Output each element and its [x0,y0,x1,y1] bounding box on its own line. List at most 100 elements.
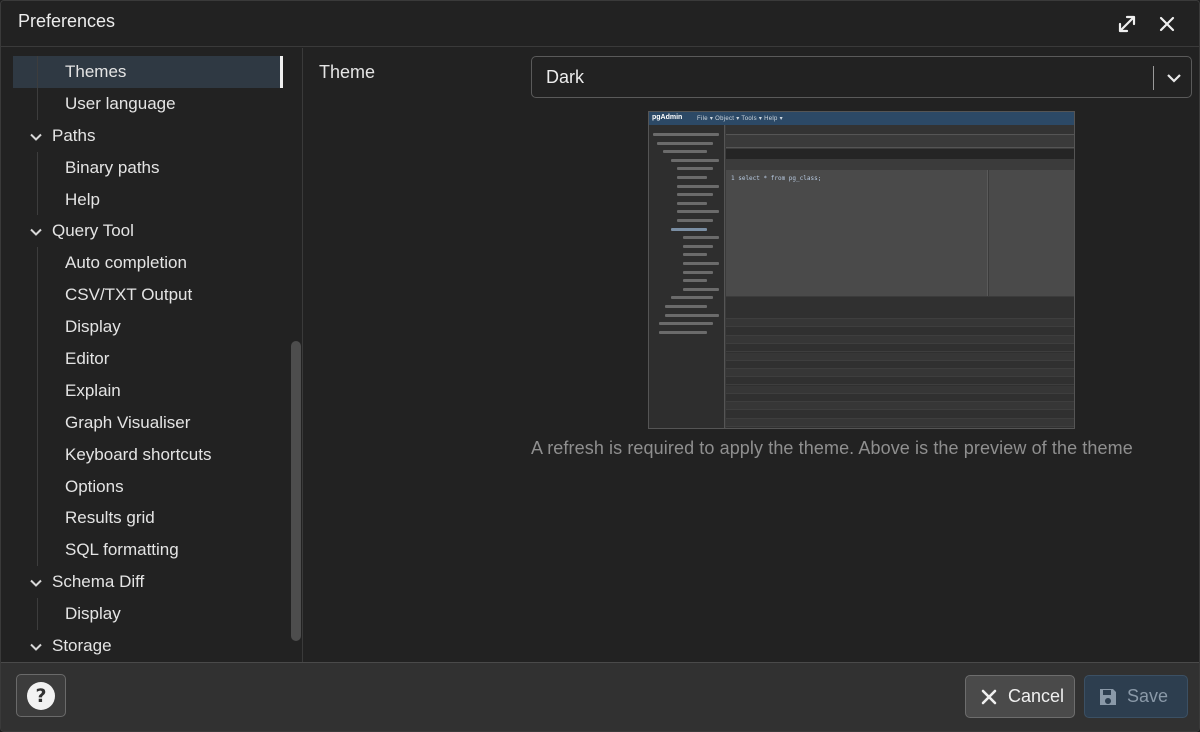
title-bar: Preferences [1,1,1199,47]
chevron-down-icon[interactable] [1165,69,1183,87]
sidebar-item-editor[interactable]: Editor [13,343,283,375]
sidebar-item-label: Options [65,476,124,496]
sidebar-item-label: Help [65,189,100,209]
tree-guide-line [37,534,38,567]
save-icon [1097,686,1119,708]
preview-grid-row [726,319,1074,328]
tree-guide-line [37,598,38,631]
sidebar-item-auto-completion[interactable]: Auto completion [13,247,283,280]
preferences-tree: Themes User language Paths Binary paths Help… [5,48,303,662]
preview-grid-row [726,335,1074,344]
preview-tree-line [683,270,713,274]
preview-tree-line [683,287,719,291]
sidebar-scrollbar[interactable] [291,341,301,641]
sidebar-item-label: Themes [65,61,127,81]
preview-grid-row [726,311,1074,319]
sidebar-item-binary-paths[interactable]: Binary paths [13,151,283,184]
chevron-down-icon[interactable] [29,129,43,143]
sidebar-item-label: Storage [52,635,112,655]
preview-tree-line [671,158,719,162]
sidebar-item-label: CSV/TXT Output [65,285,193,305]
dialog-footer: ? Cancel Save [1,662,1199,731]
preview-tree-line [677,210,719,214]
tree-guide-line [37,183,38,216]
sidebar-item-graph-visualiser[interactable]: Graph Visualiser [13,406,283,439]
preview-tree-line [677,176,707,179]
preview-tree-line [665,305,707,308]
preview-logo: pgAdmin [652,114,683,121]
sidebar-item-label: Auto completion [65,253,187,273]
sidebar-item-label: Display [65,604,121,624]
sidebar-item-results-grid[interactable]: Results grid [13,502,283,535]
sidebar-item-label: Explain [65,380,121,400]
sidebar-item-sql-formatting[interactable]: SQL formatting [13,534,283,567]
sidebar-item-label: Editor [65,348,110,368]
theme-select[interactable]: Dark [531,56,1192,98]
preview-grid-row [726,352,1074,361]
preview-tree-line [665,313,719,317]
tree-guide-line [37,502,38,535]
tree-guide-line [37,247,38,280]
sidebar-item-storage[interactable]: Storage [13,630,283,662]
tree-guide-line [37,438,38,471]
chevron-down-icon[interactable] [29,639,43,653]
preview-tree-line [653,133,719,136]
preview-tree-line [677,219,713,222]
tree-guide-line [37,279,38,312]
tree-list: Themes User language Paths Binary paths Help… [13,56,283,662]
preview-query-editor: 1 select * from pg_class; [726,170,988,296]
sidebar-item-schema-diff[interactable]: Schema Diff [13,566,283,598]
tree-guide-line [37,87,38,120]
sidebar-item-label: Binary paths [65,157,160,177]
preview-tree-line [683,262,719,265]
cancel-button[interactable]: Cancel [965,675,1075,718]
expand-icon[interactable] [1113,10,1141,38]
sidebar-item-label: Paths [52,125,96,145]
preview-connection-bar [726,149,1074,159]
preview-tree-line [657,141,713,145]
preferences-dialog: Preferences Themes User language Paths Bina… [0,0,1200,732]
tree-guide-line [37,151,38,184]
preview-tree-line [659,330,707,334]
sidebar-item-help[interactable]: Help [13,183,283,216]
sidebar-item-explain[interactable]: Explain [13,374,283,407]
cancel-label: Cancel [1008,686,1065,706]
theme-label: Theme [319,62,376,82]
sidebar-item-label: Results grid [65,508,155,528]
preview-grid-row [726,328,1074,336]
sidebar-item-label: Display [65,317,121,337]
preview-toolbar [726,136,1074,148]
chevron-down-icon[interactable] [29,575,43,589]
chevron-down-icon[interactable] [29,224,43,238]
close-icon[interactable] [1153,10,1181,38]
dialog-body: Themes User language Paths Binary paths Help… [1,48,1199,662]
sidebar-item-label: Keyboard shortcuts [65,444,212,464]
sidebar-item-display[interactable]: Display [13,311,283,344]
preview-grid-row [726,377,1074,386]
preview-menu: File ▾ Object ▾ Tools ▾ Help ▾ [697,116,783,122]
preview-grid-row [726,418,1074,427]
sidebar-item-query-tool[interactable]: Query Tool [13,215,283,247]
sidebar-item-keyboard-shortcuts[interactable]: Keyboard shortcuts [13,438,283,471]
sidebar-item-label: SQL formatting [65,540,179,560]
help-button[interactable]: ? [16,674,66,717]
dialog-title: Preferences [18,11,116,31]
sidebar-item-themes[interactable]: Themes [13,56,283,88]
preferences-content: Theme Dark pgAdmin File ▾ Object ▾ Tools… [304,48,1199,662]
preview-data-output [726,297,1074,428]
sidebar-item-user-language[interactable]: User language [13,87,283,120]
preview-tree-line [683,244,713,248]
save-label: Save [1127,686,1169,706]
preview-header: pgAdmin File ▾ Object ▾ Tools ▾ Help ▾ [649,112,1074,125]
sidebar-item-display[interactable]: Display [13,598,283,631]
sidebar-item-label: Query Tool [52,221,134,241]
sidebar-item-csv-txt-output[interactable]: CSV/TXT Output [13,279,283,312]
save-button[interactable]: Save [1084,675,1188,718]
tree-guide-line [37,311,38,344]
theme-preview-image: pgAdmin File ▾ Object ▾ Tools ▾ Help ▾ 1… [648,111,1075,429]
sidebar-item-options[interactable]: Options [13,470,283,503]
preview-tabs [726,125,1074,135]
sidebar-item-paths[interactable]: Paths [13,120,283,152]
preview-grid-row [726,394,1074,402]
sidebar-item-label: User language [65,93,176,113]
